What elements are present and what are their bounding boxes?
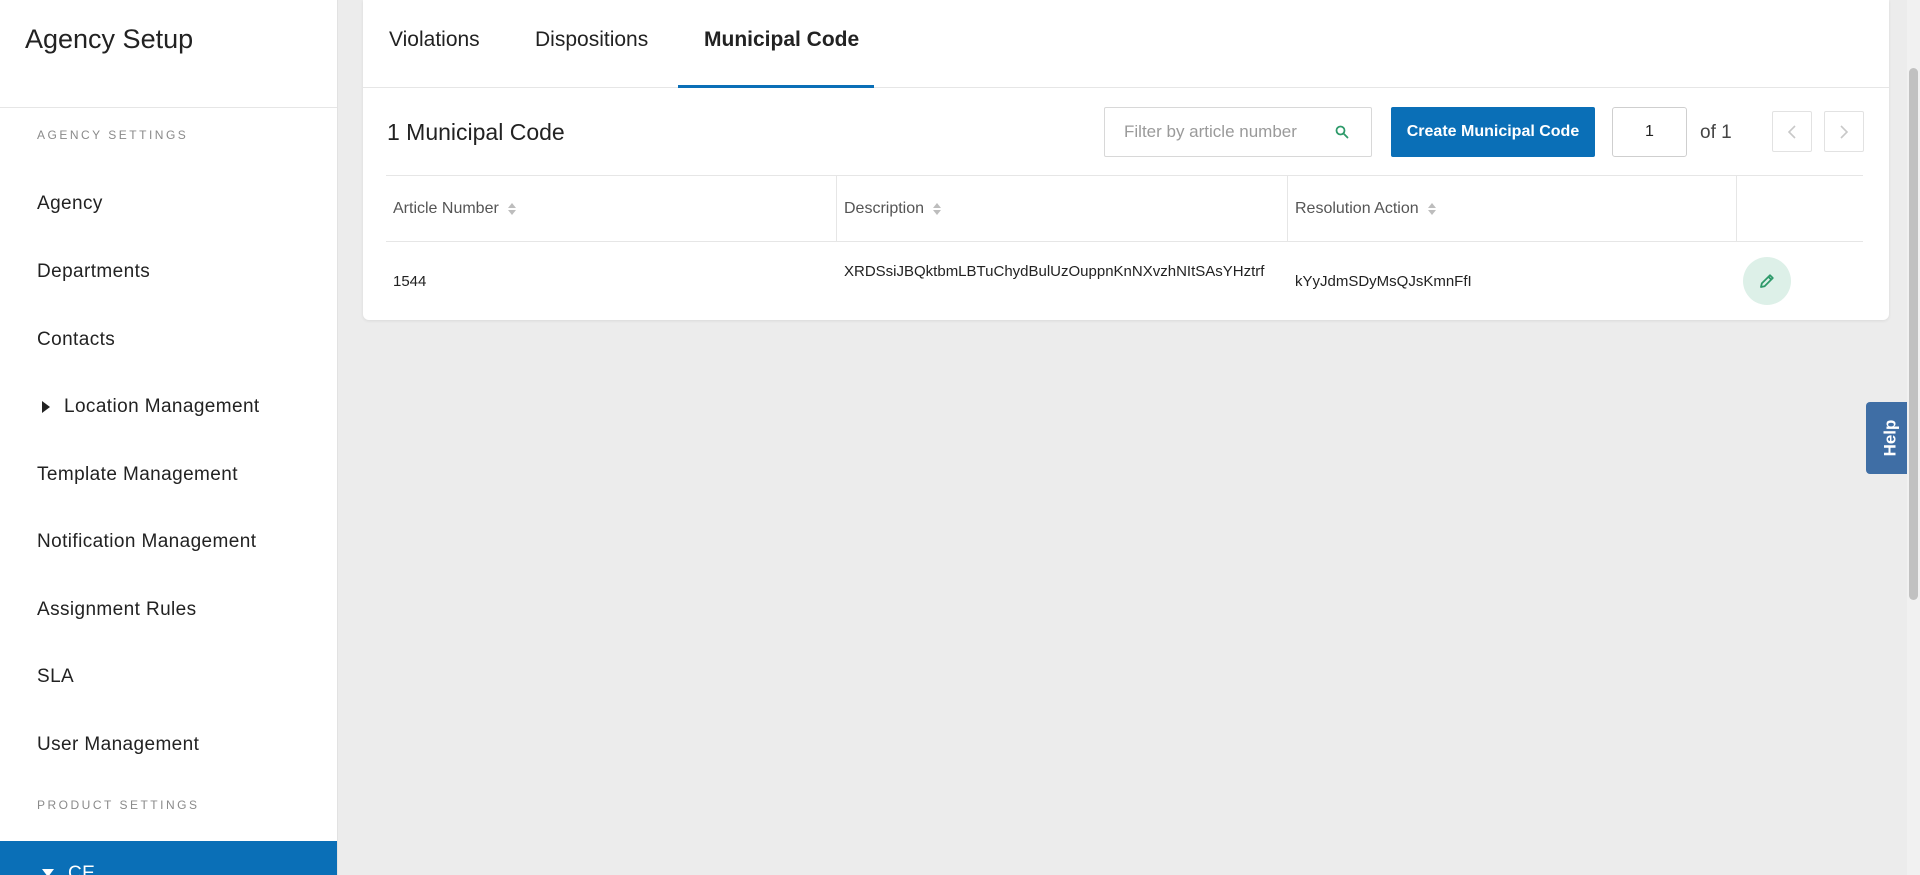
sidebar-item-template-management[interactable]: Template Management — [37, 464, 238, 486]
search-field — [1104, 107, 1372, 157]
page-title: 1 Municipal Code — [387, 119, 565, 145]
sidebar-item-label: Location Management — [64, 396, 260, 417]
product-settings-label: PRODUCT SETTINGS — [37, 798, 200, 812]
search-input[interactable] — [1124, 122, 1334, 142]
active-tab-indicator — [678, 85, 874, 88]
cell-article-number: 1544 — [393, 272, 427, 290]
create-municipal-code-button[interactable]: Create Municipal Code — [1391, 107, 1595, 157]
municipal-code-table: Article Number Description Resolution Ac… — [386, 175, 1863, 320]
municipal-code-card: Violations Dispositions Municipal Code 1… — [363, 0, 1889, 320]
page-scrollbar[interactable] — [1907, 0, 1920, 875]
caret-down-icon — [42, 869, 54, 875]
sidebar-title: Agency Setup — [25, 24, 194, 54]
previous-page-button[interactable] — [1772, 111, 1812, 152]
pencil-icon — [1760, 274, 1774, 288]
table-row: 1544 XRDSsiJBQktbmLBTuChydBulUzOuppnKnNX… — [386, 242, 1863, 320]
column-header-label: Article Number — [393, 200, 499, 217]
sidebar-item-departments[interactable]: Departments — [37, 261, 150, 283]
caret-right-icon — [42, 401, 50, 413]
sort-icon — [933, 203, 942, 215]
column-header-label: Resolution Action — [1295, 200, 1419, 217]
next-page-button[interactable] — [1824, 111, 1864, 152]
sidebar-item-user-management[interactable]: User Management — [37, 734, 199, 756]
edit-button[interactable] — [1743, 257, 1791, 305]
tab-dispositions[interactable]: Dispositions — [535, 28, 648, 52]
column-header-article-number[interactable]: Article Number — [386, 176, 837, 242]
sidebar-item-location-management[interactable]: Location Management — [42, 396, 260, 418]
sidebar: Agency Setup AGENCY SETTINGS Agency Depa… — [0, 0, 338, 875]
agency-settings-label: AGENCY SETTINGS — [37, 128, 189, 142]
sidebar-item-label: CE — [68, 863, 96, 875]
chevron-left-icon — [1787, 124, 1796, 139]
search-icon[interactable] — [1335, 125, 1349, 139]
chevron-right-icon — [1840, 124, 1849, 139]
sidebar-item-assignment-rules[interactable]: Assignment Rules — [37, 599, 197, 621]
column-header-resolution-action[interactable]: Resolution Action — [1288, 176, 1737, 242]
column-header-actions — [1737, 176, 1863, 242]
sidebar-item-notification-management[interactable]: Notification Management — [37, 531, 256, 553]
tab-municipal-code[interactable]: Municipal Code — [704, 28, 859, 52]
sort-icon — [507, 203, 516, 215]
scrollbar-thumb[interactable] — [1909, 68, 1918, 600]
tab-bar: Violations Dispositions Municipal Code — [363, 0, 1889, 88]
sort-icon — [1427, 203, 1436, 215]
sidebar-divider — [0, 107, 337, 108]
tab-violations[interactable]: Violations — [389, 28, 480, 52]
sidebar-item-contacts[interactable]: Contacts — [37, 329, 115, 351]
sidebar-item-agency[interactable]: Agency — [37, 193, 103, 215]
sidebar-item-sla[interactable]: SLA — [37, 666, 74, 688]
page-number-input[interactable] — [1612, 107, 1687, 157]
column-header-description[interactable]: Description — [837, 176, 1288, 242]
cell-resolution-action: kYyJdmSDyMsQJsKmnFfI — [1295, 272, 1472, 290]
sidebar-item-ce[interactable]: CE — [0, 841, 337, 875]
table-header: Article Number Description Resolution Ac… — [386, 175, 1863, 242]
cell-description: XRDSsiJBQktbmLBTuChydBulUzOuppnKnNXvzhNI… — [844, 263, 1265, 280]
column-header-label: Description — [844, 200, 925, 217]
page-count: of 1 — [1700, 122, 1732, 143]
help-label: Help — [1880, 419, 1900, 457]
